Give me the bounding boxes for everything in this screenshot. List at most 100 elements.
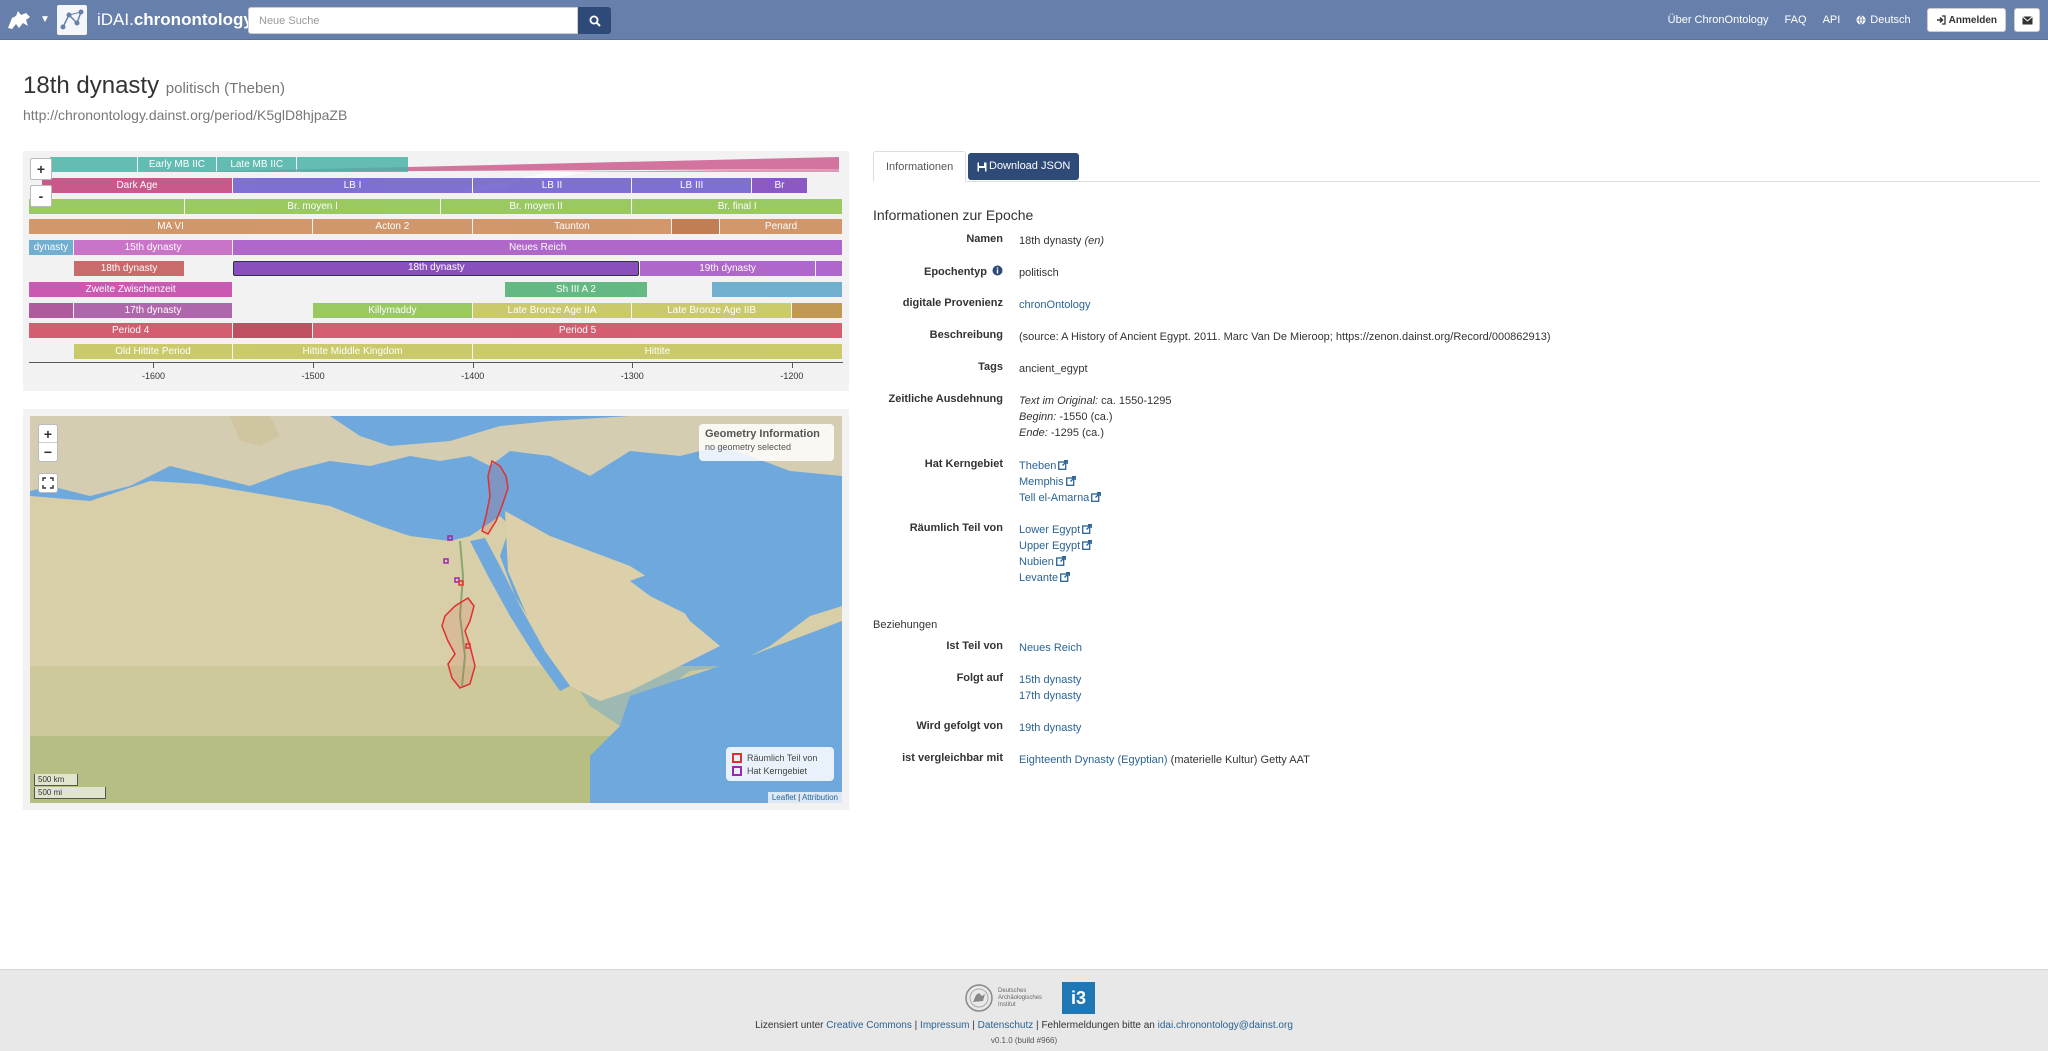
tab-informationen[interactable]: Informationen (873, 151, 967, 182)
timeline-period-bar[interactable] (672, 219, 720, 235)
spatial-link[interactable]: Upper Egypt (1019, 538, 1093, 554)
timeline-period-bar[interactable]: Neues Reich (233, 240, 842, 256)
timeline-period-bar[interactable] (712, 281, 842, 297)
spatial-link[interactable]: Nubien (1019, 554, 1092, 570)
external-link-icon[interactable] (1055, 556, 1066, 566)
timeline-track[interactable]: Early MB IIC Late MB IIC Dark Age LB I LB II… (29, 157, 843, 362)
timeline-period-bar[interactable]: Period 4 (29, 323, 233, 339)
external-link-icon[interactable] (1082, 524, 1093, 534)
info-circle-icon[interactable] (992, 265, 1003, 276)
leaflet-link[interactable]: Leaflet (772, 793, 796, 802)
timeline-period-bar[interactable]: 19th dynasty (640, 261, 815, 276)
dai-logo[interactable]: Deutsches Archäologisches Institut (964, 983, 1048, 1013)
login-label: Anmelden (1948, 14, 1997, 26)
timeline-period-bar[interactable]: Late Bronze Age IIB (632, 302, 791, 318)
external-link-icon[interactable] (1091, 492, 1102, 502)
impressum-link[interactable]: Impressum (920, 1020, 969, 1031)
timeline-period-bar[interactable] (29, 302, 73, 318)
info-label-followed-by: Wird gefolgt von (916, 720, 1003, 732)
timeline-period-bar[interactable] (29, 198, 185, 214)
follows-link-17th[interactable]: 17th dynasty (1019, 690, 1081, 702)
follows-link-15th[interactable]: 15th dynasty (1019, 674, 1081, 686)
timeline-period-bar[interactable]: 15th dynasty (73, 240, 233, 256)
map[interactable]: + − Geometry Information no geometry sel… (30, 416, 842, 803)
provenance-link[interactable]: chronOntology (1019, 297, 1091, 313)
timeline-period-bar[interactable]: LB II (472, 177, 632, 193)
spatial-nubien[interactable]: Nubien (1019, 556, 1054, 568)
timeline[interactable]: Early MB IIC Late MB IIC Dark Age LB I LB II… (23, 151, 849, 391)
core-area-link[interactable]: Theben (1019, 458, 1101, 474)
timeline-period-bar[interactable]: Br (752, 177, 807, 193)
timeline-period-bar[interactable]: Br. final I (632, 198, 842, 214)
timeline-period-bar[interactable]: Acton 2 (313, 219, 472, 235)
search-button[interactable] (578, 7, 611, 34)
datenschutz-link[interactable]: Datenschutz (978, 1020, 1034, 1031)
core-area-memphis[interactable]: Memphis (1019, 476, 1064, 488)
timeline-period-bar[interactable]: Penard (720, 219, 842, 235)
spatial-lower-egypt[interactable]: Lower Egypt (1019, 524, 1080, 536)
email-link[interactable]: idai.chronontology@dainst.org (1158, 1020, 1293, 1031)
timeline-period-bar[interactable]: Late Bronze Age IIA (472, 302, 632, 318)
timeline-period-bar[interactable]: Taunton (472, 219, 672, 235)
nav-link-about[interactable]: Über ChronOntology (1668, 14, 1769, 26)
timeline-period-bar[interactable]: Period 5 (313, 323, 842, 339)
chronontology-app-icon[interactable] (57, 5, 87, 35)
spatial-link[interactable]: Lower Egypt (1019, 522, 1093, 538)
griffin-logo-icon[interactable] (6, 8, 32, 32)
timeline-period-bar[interactable]: 18th dynasty (73, 261, 185, 276)
external-link-icon[interactable] (1058, 460, 1069, 470)
timeline-period-bar[interactable] (815, 261, 842, 276)
timeline-period-bar[interactable]: MA VI (29, 219, 313, 235)
attribution-link[interactable]: Attribution (802, 793, 838, 802)
external-link-icon[interactable] (1060, 572, 1071, 582)
timeline-period-bar[interactable]: dynasty (29, 240, 73, 256)
timeline-period-bar[interactable] (791, 302, 842, 318)
nav-link-api[interactable]: API (1823, 14, 1841, 26)
timeline-period-bar[interactable]: Hittite (472, 344, 842, 360)
login-button[interactable]: Anmelden (1926, 8, 2006, 32)
timeline-period-bar[interactable]: LB I (233, 177, 472, 193)
timeline-period-bar[interactable]: Br. moyen II (440, 198, 632, 214)
brand-link[interactable]: iDAI.chronontology (97, 10, 253, 30)
i3-logo[interactable]: i3 (1062, 982, 1095, 1014)
timeline-period-bar[interactable]: Early MB IIC (137, 157, 217, 172)
timeline-period-bar[interactable]: Late MB IIC (217, 157, 297, 172)
timeline-period-bar[interactable]: Sh III A 2 (504, 281, 648, 297)
search-input[interactable] (248, 7, 578, 34)
timeline-period-bar[interactable]: Killymaddy (313, 302, 472, 318)
download-json-button[interactable]: Download JSON (968, 153, 1080, 180)
spatial-levante[interactable]: Levante (1019, 572, 1058, 584)
core-area-link[interactable]: Memphis (1019, 474, 1101, 490)
spatial-link[interactable]: Levante (1019, 570, 1092, 586)
core-area-tell-el-amarna[interactable]: Tell el-Amarna (1019, 492, 1089, 504)
timeline-zoom-in-button[interactable]: + (30, 158, 52, 180)
followed-by-link[interactable]: 19th dynasty (1019, 720, 1081, 736)
timeline-period-bar[interactable] (233, 323, 313, 339)
core-area-link[interactable]: Tell el-Amarna (1019, 490, 1102, 506)
map-zoom-out-button[interactable]: − (39, 443, 57, 461)
nav-link-faq[interactable]: FAQ (1785, 14, 1807, 26)
core-area-theben[interactable]: Theben (1019, 460, 1056, 472)
timeline-period-bar[interactable]: 18th dynasty (233, 261, 640, 276)
timeline-zoom-out-button[interactable]: - (30, 185, 52, 207)
timeline-period-bar[interactable]: Br. moyen I (185, 198, 440, 214)
timeline-period-bar[interactable]: LB III (632, 177, 752, 193)
timeline-period-bar[interactable]: Old Hittite Period (73, 344, 233, 360)
timeline-period-bar[interactable]: 17th dynasty (73, 302, 233, 318)
caret-down-icon[interactable]: ▼ (40, 14, 50, 25)
map-zoom-in-button[interactable]: + (39, 425, 57, 443)
spatial-upper-egypt[interactable]: Upper Egypt (1019, 540, 1080, 552)
timeline-period-bar[interactable] (297, 157, 408, 172)
timeline-period-bar[interactable] (49, 157, 137, 172)
external-link-icon[interactable] (1082, 540, 1093, 550)
comparable-link[interactable]: Eighteenth Dynasty (Egyptian) (1019, 754, 1168, 766)
external-link-icon[interactable] (1065, 476, 1076, 486)
part-of-link[interactable]: Neues Reich (1019, 640, 1082, 656)
contact-button[interactable] (2014, 8, 2040, 32)
map-fullscreen-button[interactable] (38, 473, 58, 493)
timeline-period-bar[interactable]: Zweite Zwischenzeit (29, 281, 233, 297)
license-link[interactable]: Creative Commons (826, 1020, 912, 1031)
timeline-period-bar[interactable]: Hittite Middle Kingdom (233, 344, 472, 360)
language-selector[interactable]: Deutsch (1856, 14, 1911, 26)
timeline-period-bar[interactable]: Dark Age (41, 177, 233, 193)
